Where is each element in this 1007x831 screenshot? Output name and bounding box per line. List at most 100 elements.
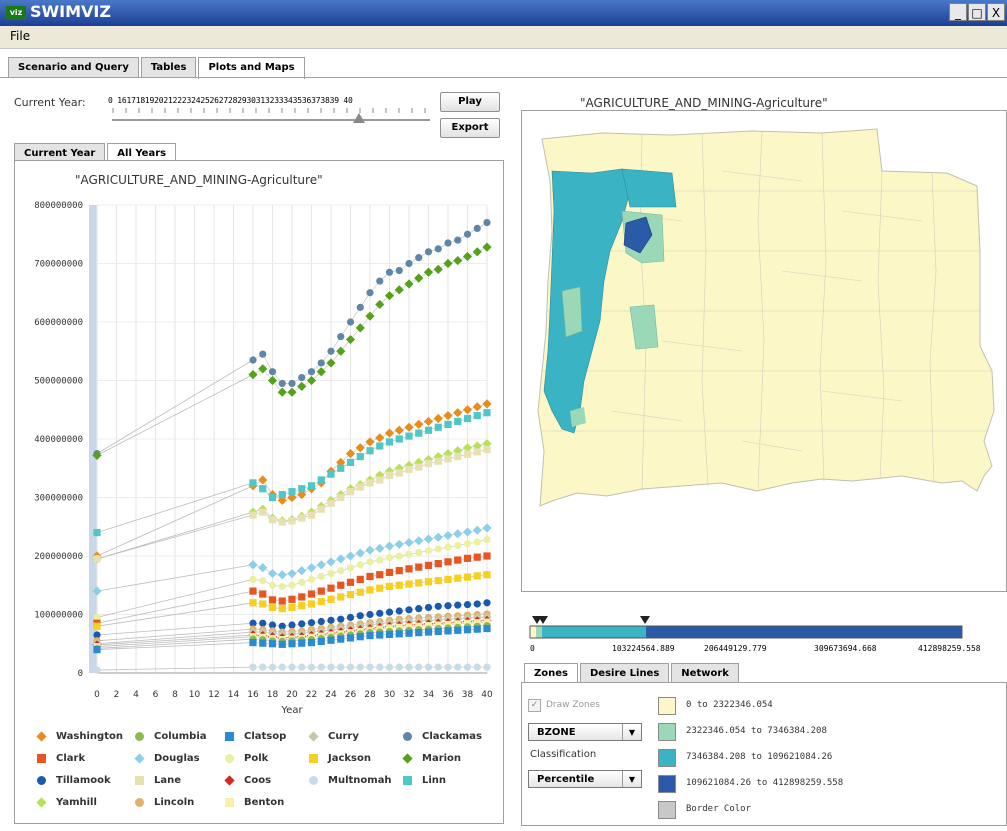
data-point[interactable]: [424, 603, 433, 612]
data-point[interactable]: [444, 663, 452, 671]
data-point[interactable]: [259, 639, 267, 647]
data-point[interactable]: [385, 630, 394, 638]
data-point[interactable]: [346, 663, 355, 671]
data-point[interactable]: [483, 409, 491, 417]
data-point[interactable]: [317, 587, 325, 595]
data-point[interactable]: [483, 571, 491, 579]
year-slider-thumb[interactable]: [353, 113, 366, 123]
data-point[interactable]: [366, 586, 374, 594]
data-point[interactable]: [268, 581, 277, 589]
data-point[interactable]: [259, 350, 267, 358]
data-point[interactable]: [415, 563, 423, 571]
data-point[interactable]: [298, 663, 306, 671]
data-point[interactable]: [298, 485, 306, 493]
data-point[interactable]: [327, 499, 335, 507]
data-point[interactable]: [483, 445, 491, 454]
data-point[interactable]: [249, 638, 257, 647]
data-point[interactable]: [415, 629, 423, 637]
data-point[interactable]: [473, 625, 481, 633]
data-point[interactable]: [366, 558, 374, 566]
data-point[interactable]: [444, 627, 452, 635]
data-point[interactable]: [317, 598, 325, 606]
zone-type-select[interactable]: BZONE ▼: [528, 723, 642, 741]
data-point[interactable]: [327, 663, 335, 671]
data-point[interactable]: [444, 420, 452, 428]
data-point[interactable]: [376, 609, 384, 617]
maximize-button[interactable]: □: [968, 3, 986, 21]
minimize-button[interactable]: _: [949, 3, 967, 21]
data-point[interactable]: [415, 463, 423, 471]
data-point[interactable]: [385, 568, 394, 576]
data-point[interactable]: [395, 552, 403, 560]
data-point[interactable]: [473, 553, 481, 561]
data-point[interactable]: [307, 368, 316, 376]
data-point[interactable]: [366, 572, 374, 581]
map-panel[interactable]: [521, 110, 1007, 592]
data-point[interactable]: [385, 608, 394, 616]
data-point[interactable]: [356, 575, 364, 583]
data-point[interactable]: [424, 459, 433, 468]
data-point[interactable]: [434, 457, 442, 465]
data-point[interactable]: [278, 518, 286, 526]
data-point[interactable]: [434, 545, 442, 553]
data-point[interactable]: [337, 581, 345, 589]
data-point[interactable]: [93, 555, 101, 563]
data-point[interactable]: [346, 564, 355, 572]
data-point[interactable]: [454, 556, 462, 564]
data-point[interactable]: [415, 548, 423, 557]
data-point[interactable]: [376, 663, 384, 671]
data-point[interactable]: [346, 591, 355, 599]
data-point[interactable]: [434, 576, 442, 585]
data-point[interactable]: [337, 663, 345, 671]
data-point[interactable]: [434, 602, 442, 610]
data-point[interactable]: [395, 567, 403, 575]
data-point[interactable]: [307, 575, 316, 583]
data-point[interactable]: [298, 593, 306, 601]
data-point[interactable]: [463, 540, 472, 548]
data-point[interactable]: [307, 482, 316, 490]
data-point[interactable]: [483, 218, 491, 227]
data-point[interactable]: [454, 541, 462, 550]
data-point[interactable]: [385, 663, 394, 671]
data-point[interactable]: [288, 488, 296, 496]
tab-scenario-and-query[interactable]: Scenario and Query: [8, 57, 139, 78]
data-point[interactable]: [288, 640, 296, 648]
data-point[interactable]: [405, 663, 413, 671]
data-point[interactable]: [327, 347, 335, 355]
data-point[interactable]: [434, 560, 442, 568]
data-point[interactable]: [463, 626, 472, 634]
data-point[interactable]: [317, 505, 325, 513]
data-point[interactable]: [463, 554, 472, 562]
data-point[interactable]: [268, 603, 277, 612]
data-point[interactable]: [463, 573, 472, 581]
data-point[interactable]: [249, 511, 257, 519]
data-point[interactable]: [395, 581, 403, 589]
data-point[interactable]: [356, 663, 364, 671]
data-point[interactable]: [366, 289, 374, 297]
tab-network[interactable]: Network: [671, 663, 739, 684]
data-point[interactable]: [473, 663, 481, 671]
data-point[interactable]: [376, 476, 384, 484]
class-color-swatch[interactable]: [658, 723, 676, 741]
year-slider-track[interactable]: [112, 119, 430, 121]
data-point[interactable]: [424, 547, 433, 555]
data-point[interactable]: [278, 663, 286, 671]
data-point[interactable]: [463, 230, 472, 238]
data-point[interactable]: [395, 630, 403, 638]
data-point[interactable]: [268, 493, 277, 502]
menu-file[interactable]: File: [10, 29, 30, 43]
data-point[interactable]: [424, 578, 433, 586]
data-point[interactable]: [424, 663, 433, 671]
data-point[interactable]: [249, 587, 257, 595]
data-point[interactable]: [317, 572, 325, 581]
class-color-swatch[interactable]: [658, 749, 676, 767]
data-point[interactable]: [434, 663, 442, 671]
data-point[interactable]: [278, 490, 286, 499]
data-point[interactable]: [278, 582, 286, 591]
export-button[interactable]: Export: [440, 118, 500, 138]
data-point[interactable]: [356, 303, 364, 311]
data-point[interactable]: [93, 666, 101, 674]
data-point[interactable]: [288, 603, 296, 612]
data-point[interactable]: [366, 610, 374, 619]
data-point[interactable]: [298, 602, 306, 610]
